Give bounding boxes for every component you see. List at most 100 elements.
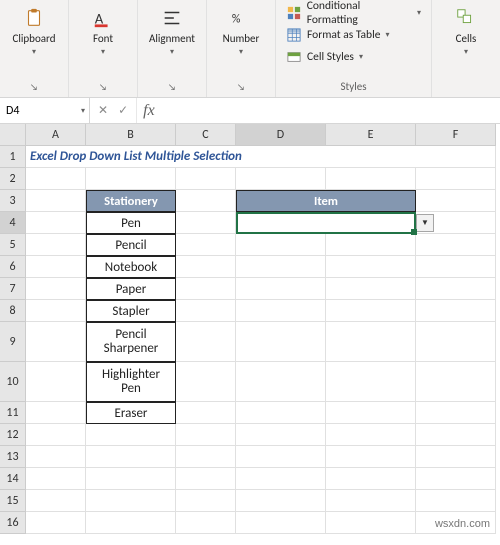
conditional-formatting-button[interactable]: Conditional Formatting ▾ — [282, 2, 425, 24]
row-header[interactable]: 4 — [0, 212, 26, 234]
cell[interactable] — [176, 424, 236, 446]
col-header[interactable]: F — [416, 124, 496, 146]
cell[interactable] — [416, 168, 496, 190]
cell[interactable] — [26, 278, 86, 300]
cell[interactable] — [176, 234, 236, 256]
cell[interactable] — [326, 424, 416, 446]
cell[interactable] — [26, 468, 86, 490]
cancel-icon[interactable]: ✕ — [98, 103, 108, 118]
table-cell[interactable]: Eraser — [86, 402, 176, 424]
cell[interactable] — [176, 300, 236, 322]
cell[interactable] — [416, 278, 496, 300]
table-cell[interactable]: Pencil — [86, 234, 176, 256]
cell[interactable] — [416, 490, 496, 512]
row-header[interactable]: 3 — [0, 190, 26, 212]
cell-styles-button[interactable]: Cell Styles ▾ — [282, 46, 367, 68]
cell[interactable] — [176, 512, 236, 534]
col-header[interactable]: C — [176, 124, 236, 146]
table-cell[interactable]: Paper — [86, 278, 176, 300]
cell[interactable] — [176, 402, 236, 424]
cell[interactable] — [326, 362, 416, 402]
cell[interactable] — [326, 234, 416, 256]
cell[interactable] — [236, 402, 326, 424]
row-header[interactable]: 2 — [0, 168, 26, 190]
dialog-launcher-icon[interactable]: ↘ — [30, 82, 38, 93]
cell[interactable] — [416, 322, 496, 362]
dialog-launcher-icon[interactable]: ↘ — [168, 82, 176, 93]
cell[interactable] — [86, 490, 176, 512]
cell[interactable] — [26, 322, 86, 362]
format-as-table-button[interactable]: Format as Table ▾ — [282, 24, 393, 46]
cell[interactable] — [86, 512, 176, 534]
confirm-icon[interactable]: ✓ — [118, 103, 128, 118]
cell[interactable] — [86, 446, 176, 468]
cell[interactable] — [236, 490, 326, 512]
cell[interactable] — [416, 468, 496, 490]
dialog-launcher-icon[interactable]: ↘ — [237, 82, 245, 93]
cell[interactable] — [26, 446, 86, 468]
cell[interactable] — [176, 168, 236, 190]
table-cell[interactable]: Stapler — [86, 300, 176, 322]
col-header[interactable]: B — [86, 124, 176, 146]
cell[interactable] — [416, 300, 496, 322]
cell[interactable] — [236, 300, 326, 322]
cell[interactable] — [176, 278, 236, 300]
row-header[interactable]: 14 — [0, 468, 26, 490]
cell[interactable] — [416, 234, 496, 256]
select-all-corner[interactable] — [0, 124, 26, 146]
formula-input[interactable] — [161, 98, 500, 123]
name-box[interactable]: D4 ▾ — [0, 98, 90, 123]
cell[interactable] — [26, 300, 86, 322]
cell[interactable] — [326, 402, 416, 424]
cells-button[interactable]: Cells ▾ — [438, 4, 494, 57]
cell[interactable] — [176, 256, 236, 278]
dialog-launcher-icon[interactable]: ↘ — [99, 82, 107, 93]
row-header[interactable]: 6 — [0, 256, 26, 278]
col-header[interactable]: A — [26, 124, 86, 146]
number-button[interactable]: % Number ▾ — [213, 4, 269, 57]
cell[interactable] — [326, 468, 416, 490]
cell[interactable] — [236, 256, 326, 278]
cell[interactable] — [326, 278, 416, 300]
cell[interactable] — [416, 256, 496, 278]
cell[interactable] — [176, 322, 236, 362]
row-header[interactable]: 5 — [0, 234, 26, 256]
cell[interactable] — [326, 490, 416, 512]
cell[interactable] — [26, 190, 86, 212]
cell[interactable] — [236, 468, 326, 490]
cell[interactable] — [326, 446, 416, 468]
table-cell[interactable]: Pen — [86, 212, 176, 234]
cell[interactable] — [26, 234, 86, 256]
cell[interactable] — [176, 190, 236, 212]
worksheet[interactable]: A B C D E F 1 Excel Drop Down List Multi… — [0, 124, 500, 534]
cell[interactable] — [326, 300, 416, 322]
table-cell[interactable]: Notebook — [86, 256, 176, 278]
cell[interactable] — [416, 446, 496, 468]
row-header[interactable]: 13 — [0, 446, 26, 468]
cell[interactable] — [26, 402, 86, 424]
row-header[interactable]: 12 — [0, 424, 26, 446]
row-header[interactable]: 16 — [0, 512, 26, 534]
cell[interactable] — [236, 512, 326, 534]
cell[interactable] — [26, 362, 86, 402]
cell[interactable] — [176, 362, 236, 402]
cell[interactable] — [176, 468, 236, 490]
cell[interactable] — [176, 446, 236, 468]
active-cell-d4[interactable]: ▼ — [236, 212, 416, 234]
cell[interactable] — [86, 424, 176, 446]
cell[interactable] — [236, 362, 326, 402]
cell[interactable] — [26, 256, 86, 278]
cell[interactable] — [26, 490, 86, 512]
table-header-item[interactable]: Item — [236, 190, 416, 212]
row-header[interactable]: 1 — [0, 146, 26, 168]
cell[interactable] — [326, 168, 416, 190]
cell[interactable] — [416, 424, 496, 446]
cell[interactable] — [26, 424, 86, 446]
row-header[interactable]: 11 — [0, 402, 26, 424]
cell[interactable] — [176, 490, 236, 512]
row-header[interactable]: 10 — [0, 362, 26, 402]
cell[interactable] — [416, 402, 496, 424]
cell[interactable] — [416, 190, 496, 212]
table-header-stationery[interactable]: Stationery — [86, 190, 176, 212]
row-header[interactable]: 15 — [0, 490, 26, 512]
